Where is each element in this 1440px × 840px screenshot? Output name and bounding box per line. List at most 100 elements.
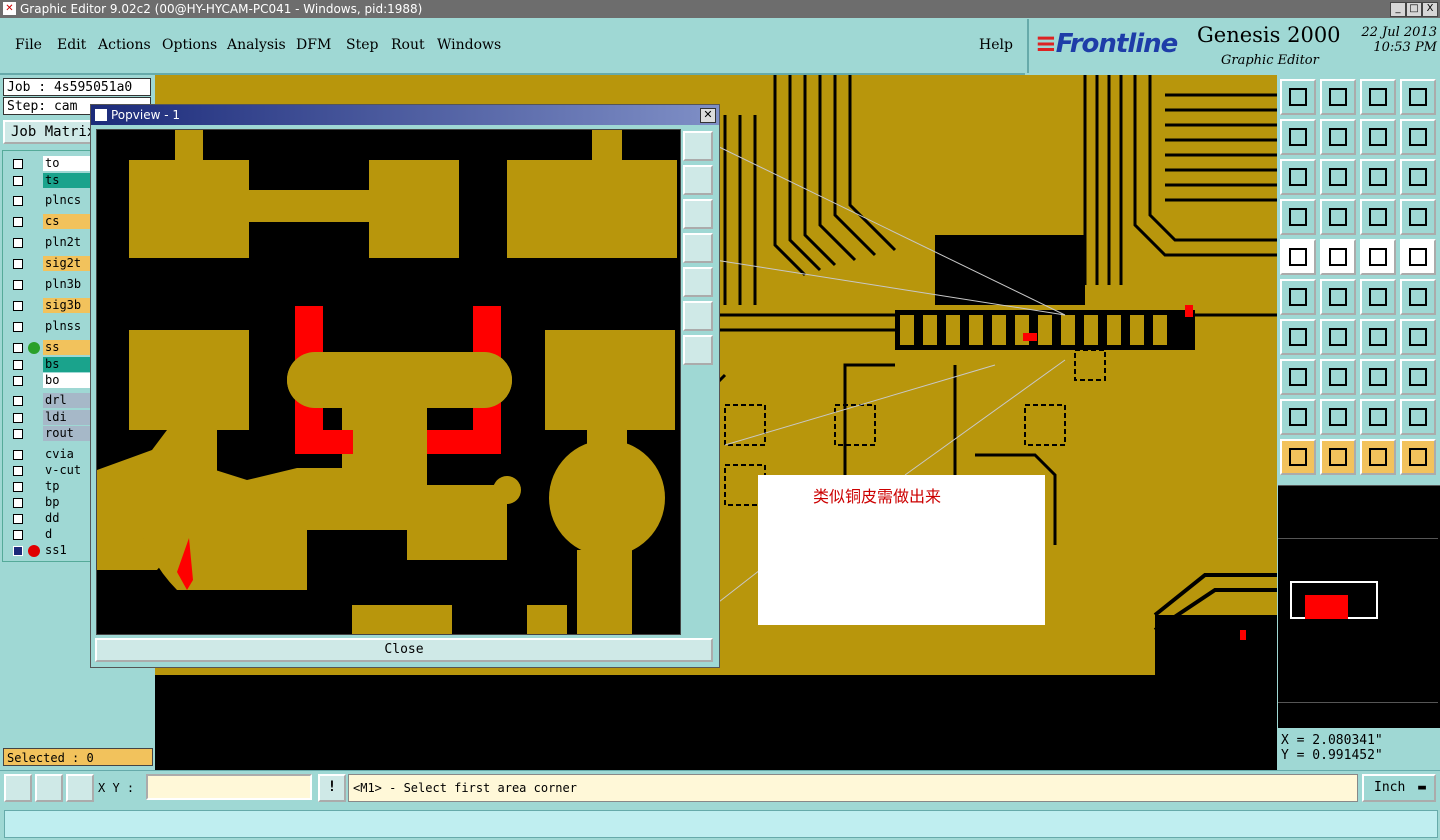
help-icon[interactable] [1400,159,1436,195]
layer-checkbox[interactable] [13,196,23,206]
menu-actions[interactable]: Actions [98,37,151,53]
layer-row-ldi[interactable]: ldi [8,410,95,426]
layer-name[interactable]: ss1 [43,543,95,558]
xy-input[interactable] [146,774,312,800]
menu-edit[interactable]: Edit [57,37,86,53]
popview-canvas[interactable] [96,129,681,635]
slash-icon[interactable] [1320,319,1356,355]
import-icon[interactable] [1280,119,1316,155]
cross-icon[interactable] [1320,279,1356,315]
layer-row-ss1[interactable]: ss1 [8,543,95,559]
grid-snap-icon[interactable] [66,774,94,802]
layer-row-to[interactable]: to [8,156,95,172]
close-window-button[interactable]: X [1422,2,1438,17]
popview-zoom-out-icon[interactable] [683,335,713,365]
layer-name[interactable]: bs [43,357,95,372]
menu-help[interactable]: Help [979,37,1013,53]
layer-name[interactable]: rout [43,426,95,441]
layer-name[interactable]: ss [43,340,95,355]
popview-pan-up-icon[interactable] [683,165,713,195]
move-icon[interactable] [1280,159,1316,195]
menu-step[interactable]: Step [346,37,378,53]
layer-name[interactable]: bo [43,373,95,388]
popview-pan-right-icon[interactable] [683,267,713,297]
popview-zoom-icon[interactable] [683,131,713,161]
layer-row-pln3b[interactable]: pln3b [8,277,95,293]
open-job-icon[interactable] [1280,79,1316,115]
home-icon[interactable] [1360,79,1396,115]
popview-pan-down-icon[interactable] [683,199,713,229]
layer-name[interactable]: to [43,156,95,171]
layer-checkbox[interactable] [13,238,23,248]
popview-close-icon[interactable]: ✕ [700,108,716,123]
layers-icon[interactable] [1360,199,1396,235]
layer-checkbox[interactable] [13,530,23,540]
minimize-button[interactable]: _ [1390,2,1406,17]
layer-row-sig3b[interactable]: sig3b [8,298,95,314]
layer-row-bp[interactable]: bp [8,495,95,511]
menu-rout[interactable]: Rout [391,37,425,53]
layer-name[interactable]: ts [43,173,95,188]
pointer-icon[interactable] [1280,439,1316,475]
step-icon[interactable] [1400,119,1436,155]
route-icon[interactable] [1400,279,1436,315]
layer-checkbox[interactable] [13,322,23,332]
layer-name[interactable]: cs [43,214,95,229]
layer-row-cs[interactable]: cs [8,214,95,230]
layer-name[interactable]: plnss [43,319,95,334]
layer-row-cvia[interactable]: cvia [8,447,95,463]
align-icon[interactable] [1400,319,1436,355]
layer-row-dd[interactable]: dd [8,511,95,527]
layer-row-plncs[interactable]: plncs [8,193,95,209]
circle-pad-icon[interactable] [1400,239,1436,275]
layer-checkbox[interactable] [13,546,23,556]
layer-name[interactable]: ldi [43,410,95,425]
arch-icon[interactable] [1360,399,1396,435]
layer-row-d[interactable]: d [8,527,95,543]
popview-zoom-in-icon[interactable] [683,301,713,331]
layer-name[interactable]: plncs [43,193,95,208]
angle-icon[interactable] [1280,319,1316,355]
layer-checkbox[interactable] [13,429,23,439]
arch-cross-icon[interactable] [1400,399,1436,435]
layer-checkbox[interactable] [13,301,23,311]
units-selector[interactable]: Inch ▬ [1362,774,1436,802]
select-pad-icon[interactable] [1280,359,1316,395]
layer-checkbox[interactable] [13,176,23,186]
layer-row-v-cut[interactable]: v-cut [8,463,95,479]
popview-pan-left-icon[interactable] [683,233,713,263]
layer-name[interactable]: v-cut [43,463,95,478]
export-icon[interactable] [1320,119,1356,155]
save-icon[interactable] [1320,79,1356,115]
layer-row-drl[interactable]: drl [8,393,95,409]
menu-windows[interactable]: Windows [437,37,501,53]
trace-icon[interactable] [1320,359,1356,395]
menu-analysis[interactable]: Analysis [227,37,286,53]
menu-file[interactable]: File [15,37,42,53]
layer-checkbox[interactable] [13,259,23,269]
layer-checkbox[interactable] [13,413,23,423]
window-icon[interactable] [1400,79,1436,115]
layer-name[interactable]: pln2t [43,235,95,250]
layer-checkbox[interactable] [13,343,23,353]
pointer-frame-icon[interactable] [1360,439,1396,475]
cluster-icon[interactable] [1400,359,1436,395]
pointer-box-icon[interactable] [1320,439,1356,475]
layer-checkbox[interactable] [13,396,23,406]
layer-row-bs[interactable]: bs [8,357,95,373]
triangle-alt-icon[interactable] [1320,399,1356,435]
layer-name[interactable]: sig2t [43,256,95,271]
pad-icon[interactable] [1280,239,1316,275]
layer-checkbox[interactable] [13,159,23,169]
scale-icon[interactable] [1360,159,1396,195]
measure-icon[interactable] [1360,239,1396,275]
connect-icon[interactable] [1360,279,1396,315]
maximize-button[interactable]: □ [1406,2,1422,17]
grid-icon[interactable] [1320,199,1356,235]
layer-row-tp[interactable]: tp [8,479,95,495]
layer-row-rout[interactable]: rout [8,426,95,442]
layer-row-sig2t[interactable]: sig2t [8,256,95,272]
layer-checkbox[interactable] [13,360,23,370]
layer-checkbox[interactable] [13,450,23,460]
popview-close-button[interactable]: Close [95,638,713,662]
